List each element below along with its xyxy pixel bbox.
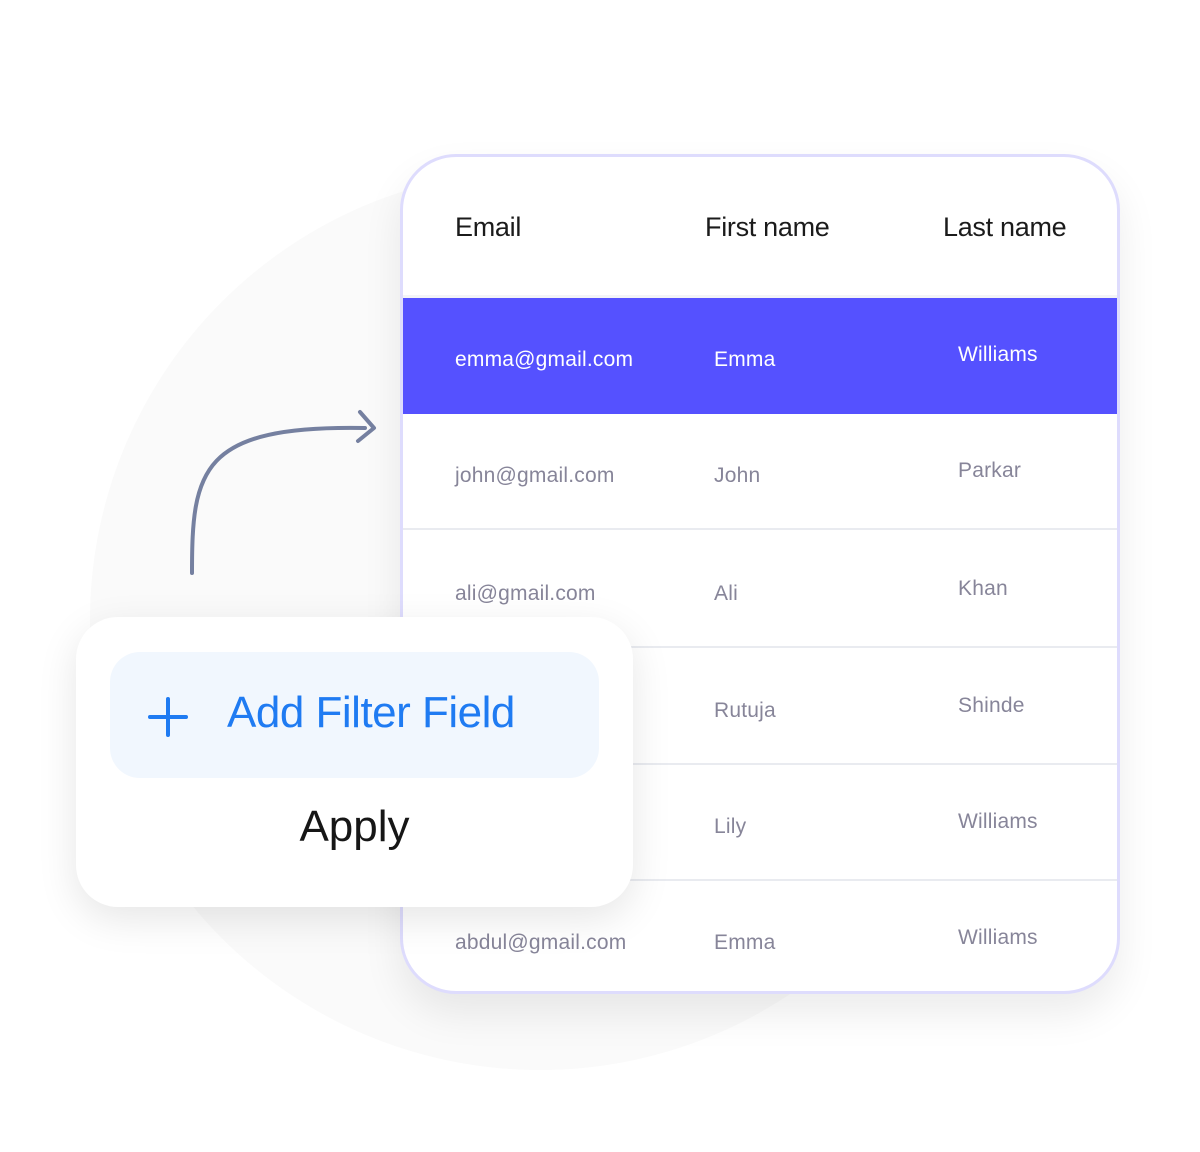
cell-last-name: Shinde (958, 694, 1025, 717)
table-row[interactable]: john@gmail.com John Parkar (403, 414, 1117, 530)
column-header-first-name[interactable]: First name (705, 212, 830, 243)
cell-last-name: Parkar (958, 459, 1022, 482)
cell-first-name: John (714, 464, 761, 487)
cell-last-name: Khan (958, 577, 1008, 600)
column-header-last-name[interactable]: Last name (943, 212, 1067, 243)
add-filter-field-button[interactable]: Add Filter Field (110, 652, 599, 778)
cell-email: abdul@gmail.com (455, 931, 627, 954)
cell-first-name: Lily (714, 815, 747, 838)
cell-first-name: Rutuja (714, 699, 776, 722)
cell-last-name: Williams (958, 926, 1038, 949)
cell-email: ali@gmail.com (455, 582, 596, 605)
cell-email: emma@gmail.com (455, 348, 634, 371)
table-row-selected[interactable]: emma@gmail.com Emma Williams (403, 298, 1117, 414)
cell-first-name: Emma (714, 348, 776, 371)
cell-email: john@gmail.com (455, 464, 615, 487)
column-header-email[interactable]: Email (455, 212, 521, 243)
add-filter-field-label: Add Filter Field (227, 688, 515, 737)
cell-last-name: Williams (958, 810, 1038, 833)
cell-last-name: Williams (958, 343, 1038, 366)
plus-icon (148, 697, 188, 737)
cell-first-name: Ali (714, 582, 738, 605)
curved-arrow-icon (190, 410, 376, 575)
table-header: Email First name Last name (403, 157, 1117, 299)
filter-popup: Add Filter Field Apply (76, 617, 633, 907)
apply-button[interactable]: Apply (76, 802, 633, 852)
cell-first-name: Emma (714, 931, 776, 954)
